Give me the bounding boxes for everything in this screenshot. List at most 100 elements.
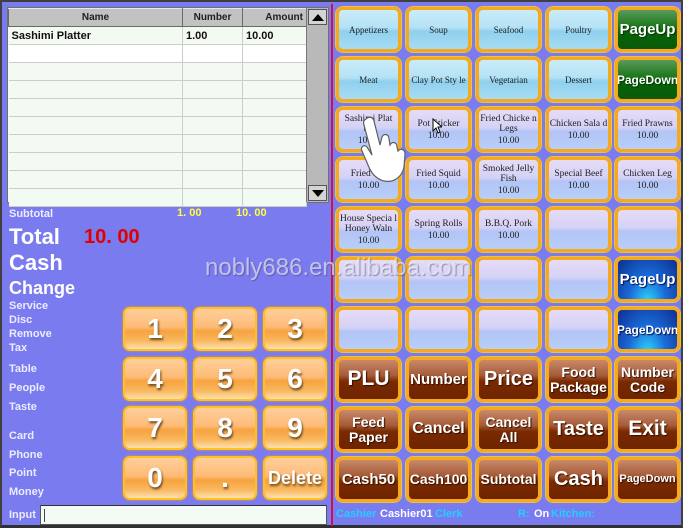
item-empty-slot[interactable]: [406, 307, 471, 352]
table-row-empty[interactable]: [8, 62, 307, 81]
item-empty-slot[interactable]: [546, 207, 611, 252]
taste-button[interactable]: Taste: [546, 407, 611, 452]
numpad-key-3[interactable]: 3: [263, 307, 327, 351]
table-row-empty[interactable]: [8, 152, 307, 171]
column-header-name[interactable]: Name: [8, 8, 183, 27]
order-grid: Name Number Amount Sashimi Platter 1.00 …: [7, 7, 329, 207]
grid-scrollbar[interactable]: [306, 8, 328, 202]
cash50-button[interactable]: Cash50: [336, 457, 401, 502]
order-table: Name Number Amount Sashimi Platter 1.00 …: [8, 8, 307, 207]
numpad-key-6[interactable]: 6: [263, 357, 327, 401]
category-clay-pot-style[interactable]: Clay Pot Sty le: [406, 57, 471, 102]
empty-cell: [242, 80, 307, 99]
numpad-key-4[interactable]: 4: [123, 357, 187, 401]
exit-button[interactable]: Exit: [615, 407, 680, 452]
number-code-button[interactable]: Number Code: [615, 357, 680, 402]
empty-cell: [182, 170, 243, 189]
item-price: 10.00: [636, 180, 659, 191]
subtotal-button[interactable]: Subtotal: [476, 457, 541, 502]
item-chicken-salad[interactable]: Chicken Sala d 10.00: [546, 107, 611, 152]
function-page-down-button[interactable]: PageDown: [615, 457, 680, 502]
item-special-beef[interactable]: Special Beef 10.00: [546, 157, 611, 202]
category-soup[interactable]: Soup: [406, 7, 471, 52]
empty-cell: [182, 116, 243, 135]
empty-cell: [242, 152, 307, 171]
cash100-button[interactable]: Cash100: [406, 457, 471, 502]
numpad-key-0[interactable]: 0: [123, 456, 187, 500]
item-house-special-honey-walnut[interactable]: House Specia l Honey Waln 10.00: [336, 207, 401, 252]
table-row-empty[interactable]: [8, 80, 307, 99]
change-label: Change: [9, 278, 76, 298]
subtotal-number: 1. 00: [177, 207, 202, 219]
numpad-key-1[interactable]: 1: [123, 307, 187, 351]
service-label: Service: [9, 300, 49, 312]
item-name: Fried Prawns: [622, 118, 673, 129]
table-row-empty[interactable]: [8, 170, 307, 189]
numpad-key-8[interactable]: 8: [193, 406, 257, 450]
item-fried-prawns[interactable]: Fried Prawns 10.00: [615, 107, 680, 152]
numpad-key-dot[interactable]: .: [193, 456, 257, 500]
category-page-up-button[interactable]: PageUp: [615, 7, 680, 52]
numpad-key-9[interactable]: 9: [263, 406, 327, 450]
category-meat[interactable]: Meat: [336, 57, 401, 102]
item-empty-slot[interactable]: [546, 257, 611, 302]
r-value: On: [534, 508, 550, 520]
category-dessert[interactable]: Dessert: [546, 57, 611, 102]
item-fried-squid[interactable]: Fried Squid 10.00: [406, 157, 471, 202]
category-page-down-button[interactable]: PageDown: [615, 57, 680, 102]
item-empty-slot[interactable]: [476, 307, 541, 352]
item-empty-slot[interactable]: [336, 307, 401, 352]
table-row[interactable]: Sashimi Platter 1.00 10.00: [8, 26, 307, 45]
table-row-empty[interactable]: [8, 98, 307, 117]
column-header-number[interactable]: Number: [182, 8, 243, 27]
r-label: R:: [518, 508, 530, 520]
item-chicken-leg[interactable]: Chicken Leg 10.00: [615, 157, 680, 202]
item-price: 10.00: [497, 185, 520, 196]
table-row-empty[interactable]: [8, 188, 307, 207]
item-empty-slot[interactable]: [615, 207, 680, 252]
item-empty-slot[interactable]: [476, 257, 541, 302]
item-spring-rolls[interactable]: Spring Rolls 10.00: [406, 207, 471, 252]
numpad-key-7[interactable]: 7: [123, 406, 187, 450]
number-button[interactable]: Number: [406, 357, 471, 402]
scroll-down-button[interactable]: [308, 185, 327, 201]
item-page-down-button[interactable]: PageDown: [615, 307, 680, 352]
column-header-amount[interactable]: Amount: [242, 8, 307, 27]
item-price: 10.00: [427, 230, 450, 241]
taste-label: Taste: [9, 401, 37, 413]
numpad-key-5[interactable]: 5: [193, 357, 257, 401]
numpad-key-2[interactable]: 2: [193, 307, 257, 351]
item-page-up-button[interactable]: PageUp: [615, 257, 680, 302]
plu-button[interactable]: PLU: [336, 357, 401, 402]
item-name: House Specia l Honey Waln: [340, 213, 397, 234]
cash-button[interactable]: Cash: [546, 457, 611, 502]
cancel-button[interactable]: Cancel: [406, 407, 471, 452]
item-smoked-jelly-fish[interactable]: Smoked Jelly Fish 10.00: [476, 157, 541, 202]
item-empty-slot[interactable]: [546, 307, 611, 352]
table-row-empty[interactable]: [8, 134, 307, 153]
empty-cell: [182, 188, 243, 207]
cash-label: Cash: [9, 250, 63, 275]
arrow-down-icon: [311, 189, 324, 197]
item-fried-chicken-legs[interactable]: Fried Chicke n Legs 10.00: [476, 107, 541, 152]
feed-paper-button[interactable]: Feed Paper: [336, 407, 401, 452]
table-row-empty[interactable]: [8, 44, 307, 63]
scroll-up-button[interactable]: [308, 9, 327, 25]
category-seafood[interactable]: Seafood: [476, 7, 541, 52]
price-button[interactable]: Price: [476, 357, 541, 402]
numpad-delete-button[interactable]: Delete: [263, 456, 327, 500]
empty-cell: [8, 134, 183, 153]
category-poultry[interactable]: Poultry: [546, 7, 611, 52]
item-price: 10.00: [497, 135, 520, 146]
food-package-button[interactable]: Food Package: [546, 357, 611, 402]
category-vegetarian[interactable]: Vegetarian: [476, 57, 541, 102]
item-bbq-pork[interactable]: B.B.Q. Pork 10.00: [476, 207, 541, 252]
category-appetizers[interactable]: Appetizers: [336, 7, 401, 52]
row-name: Sashimi Platter: [8, 26, 183, 45]
cancel-all-button[interactable]: Cancel All: [476, 407, 541, 452]
empty-cell: [8, 116, 183, 135]
item-price: 10.00: [636, 130, 659, 141]
input-field[interactable]: [40, 505, 327, 525]
table-row-empty[interactable]: [8, 116, 307, 135]
item-name: Spring Rolls: [414, 218, 463, 229]
